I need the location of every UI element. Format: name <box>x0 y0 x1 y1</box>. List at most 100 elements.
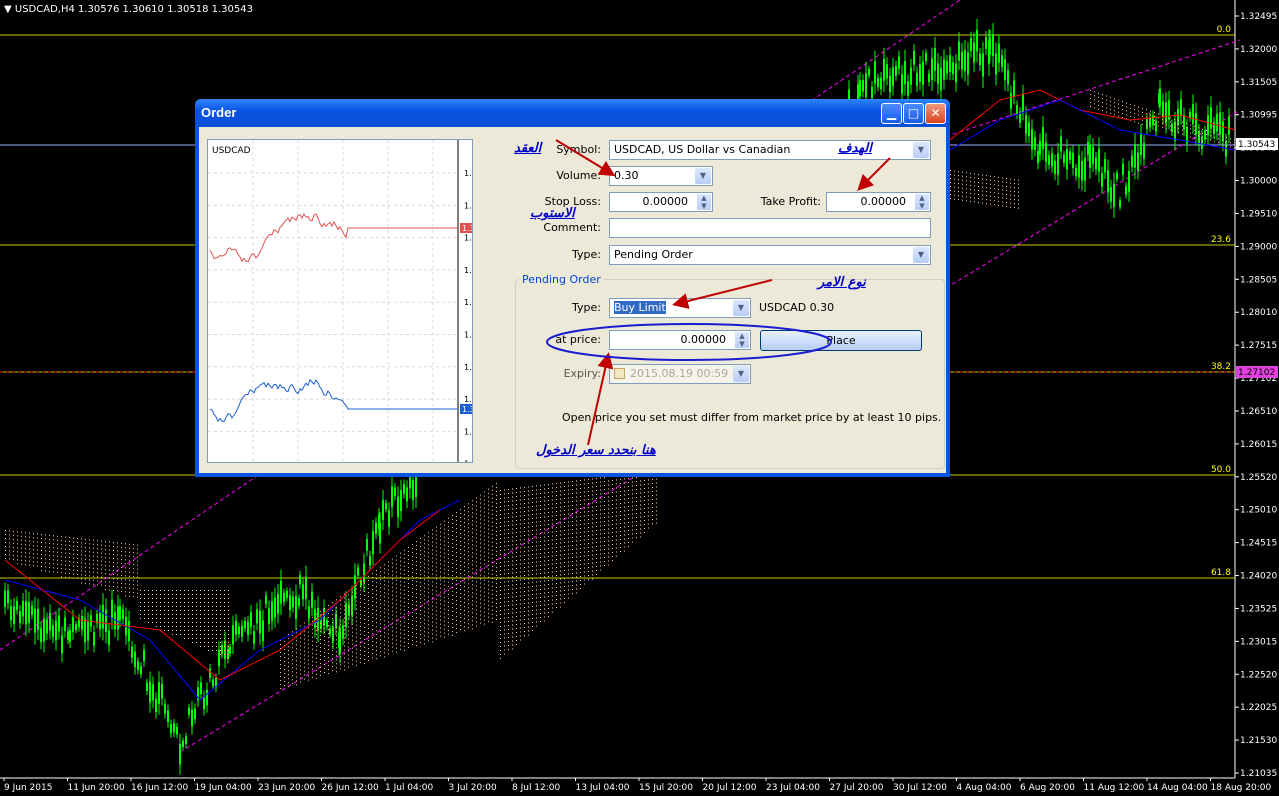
cloud-dot <box>356 648 357 650</box>
cloud-dot <box>524 583 525 584</box>
cloud-dot <box>69 561 70 563</box>
stepper-icon[interactable]: ▲ ▼ <box>915 194 929 210</box>
cloud-dot <box>528 530 529 532</box>
cloud-dot <box>440 579 441 581</box>
cloud-dot <box>468 503 469 505</box>
expiry-checkbox[interactable] <box>614 368 625 379</box>
cloud-dot <box>444 528 445 530</box>
chart-menu-arrow-icon[interactable]: ▼ <box>4 4 12 15</box>
cloud-dot <box>1186 135 1187 137</box>
chevron-down-icon[interactable]: ▼ <box>695 168 711 184</box>
cloud-dot <box>528 490 529 492</box>
cloud-dot <box>33 553 34 555</box>
symbol-select[interactable]: USDCAD, US Dollar vs Canadian ▼ <box>609 140 931 160</box>
cloud-dot <box>121 562 122 564</box>
maximize-button[interactable]: □ <box>903 103 924 124</box>
cloud-dot <box>504 581 505 583</box>
cloud-dot <box>192 610 193 611</box>
cloud-dot <box>81 574 82 576</box>
cloud-dot <box>468 571 469 573</box>
stepper-icon[interactable]: ▲ ▼ <box>697 194 711 210</box>
minimize-button[interactable]: ▁ <box>881 103 902 124</box>
cloud-dot <box>1014 199 1015 201</box>
cloud-dot <box>412 552 413 553</box>
cloud-dot <box>540 489 541 490</box>
cloud-dot <box>600 537 601 539</box>
cloud-dot <box>93 579 94 581</box>
time-label: 3 Jul 20:00 <box>449 783 498 793</box>
price-label: 1.25010 <box>1240 506 1277 516</box>
cloud-dot <box>576 584 577 586</box>
cloud-dot <box>93 567 94 569</box>
chevron-down-icon[interactable]: ▼ <box>913 142 929 158</box>
stepper-icon[interactable]: ▲ ▼ <box>735 332 749 348</box>
cloud-dot <box>532 618 533 619</box>
cloud-dot <box>516 532 517 533</box>
cloud-dot <box>448 533 449 535</box>
cloud-dot <box>137 592 138 594</box>
cloud-dot <box>492 517 493 519</box>
cloud-dot <box>1162 126 1163 128</box>
cloud-dot <box>320 634 321 636</box>
candle-body <box>949 55 951 72</box>
candle-body <box>961 51 963 70</box>
cloud-dot <box>544 604 545 606</box>
cloud-dot <box>456 612 457 613</box>
cloud-dot <box>372 605 373 607</box>
expiry-input[interactable]: 2015.08.19 00:59 ▼ <box>609 364 751 384</box>
cloud-dot <box>560 578 561 580</box>
stoploss-input[interactable]: 0.00000 ▲ ▼ <box>609 192 713 212</box>
cloud-dot <box>1106 99 1107 101</box>
volume-value: 0.30 <box>614 169 639 182</box>
volume-select[interactable]: 0.30 ▼ <box>609 166 713 186</box>
cloud-dot <box>552 503 553 505</box>
order-type-select[interactable]: Pending Order ▼ <box>609 245 931 265</box>
cloud-dot <box>584 479 585 481</box>
cloud-dot <box>624 478 625 480</box>
cloud-dot <box>982 190 983 192</box>
place-button[interactable]: Place <box>760 330 922 351</box>
cloud-dot <box>516 632 517 633</box>
cloud-dot <box>400 576 401 578</box>
cloud-dot <box>540 597 541 598</box>
order-dialog-titlebar[interactable]: Order ▁ □ ✕ <box>195 99 950 127</box>
cloud-dot <box>292 631 293 633</box>
comment-input[interactable] <box>609 218 931 238</box>
chevron-down-icon[interactable]: ▼ <box>913 247 929 263</box>
cloud-dot <box>117 590 118 592</box>
cloud-dot <box>524 527 525 528</box>
cloud-dot <box>428 628 429 630</box>
cloud-dot <box>432 637 433 639</box>
cloud-dot <box>456 536 457 537</box>
cloud-dot <box>105 553 106 555</box>
cloud-dot <box>572 561 573 562</box>
cloud-dot <box>464 570 465 572</box>
chevron-down-icon[interactable]: ▼ <box>733 300 749 316</box>
cloud-dot <box>204 638 205 639</box>
cloud-dot <box>420 630 421 632</box>
cloud-dot <box>560 562 561 564</box>
cloud-dot <box>556 607 557 608</box>
close-button[interactable]: ✕ <box>925 103 946 124</box>
cloud-dot <box>97 572 98 574</box>
cloud-dot <box>556 515 557 516</box>
takeprofit-input[interactable]: 0.00000 ▲ ▼ <box>826 192 931 212</box>
cloud-dot <box>476 593 477 595</box>
cloud-dot <box>424 555 425 557</box>
pending-type-select[interactable]: Buy Limit ▼ <box>609 298 751 318</box>
cloud-dot <box>628 482 629 483</box>
cloud-dot <box>468 543 469 545</box>
cloud-dot <box>424 571 425 573</box>
cloud-dot <box>364 602 365 604</box>
cloud-dot <box>424 551 425 553</box>
at-price-input[interactable]: 0.00000 ▲ ▼ <box>609 330 751 350</box>
cloud-dot <box>440 607 441 609</box>
chevron-down-icon[interactable]: ▼ <box>733 366 749 382</box>
cloud-dot <box>548 564 549 565</box>
cloud-dot <box>97 580 98 582</box>
cloud-dot <box>440 567 441 569</box>
cloud-dot <box>336 635 337 637</box>
cloud-dot <box>476 569 477 571</box>
cloud-dot <box>420 622 421 624</box>
cloud-dot <box>572 533 573 534</box>
